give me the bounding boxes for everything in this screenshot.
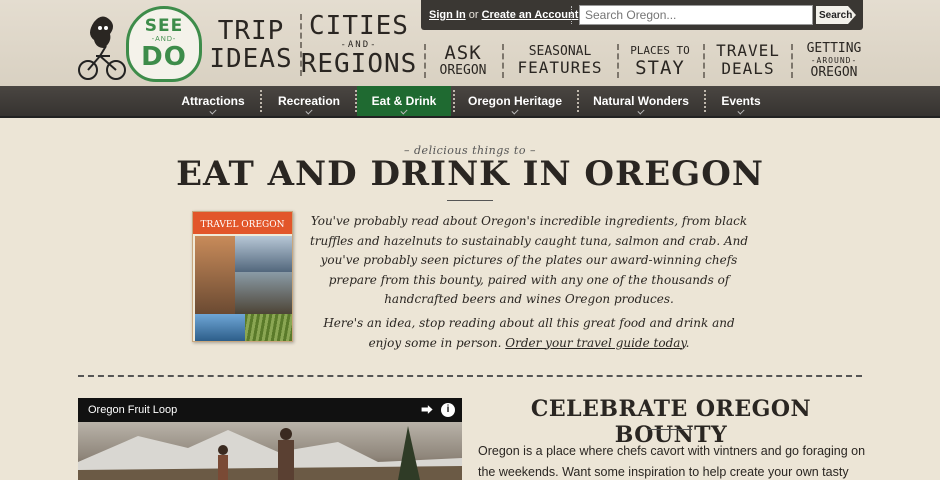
subnav-events-label: Events — [721, 94, 761, 108]
nav-places-line1: PLACES TO — [630, 43, 690, 57]
site-header: SEE -AND- DO TRIP IDEAS CITIES -AND- REG… — [0, 0, 940, 86]
subnav-divider — [704, 90, 706, 112]
nav-seasonal-line1: SEASONAL — [528, 43, 592, 59]
nav-getting-around-oregon[interactable]: GETTING -AROUND- OREGON — [798, 40, 870, 80]
topbar-divider — [571, 6, 572, 24]
subnav-oregon-heritage[interactable]: Oregon Heritage — [458, 86, 572, 116]
chevron-down-icon — [209, 107, 217, 115]
page-title: EAT AND DRINK IN OREGON — [176, 154, 764, 194]
chevron-down-icon — [400, 107, 408, 115]
info-icon[interactable]: i — [441, 403, 455, 417]
subnav-natural-wonders[interactable]: Natural Wonders — [582, 86, 700, 116]
video-thumbnail — [78, 422, 462, 480]
nav-cities-line2: REGIONS — [300, 49, 418, 79]
or-text: or — [465, 9, 482, 21]
intro-text: You've probably read about Oregon's incr… — [308, 212, 750, 357]
create-account-link[interactable]: Create an Account — [482, 9, 579, 21]
chevron-down-icon — [305, 107, 313, 115]
video-title-bar: Oregon Fruit Loop — [78, 398, 462, 422]
nav-cities-line1: CITIES — [309, 11, 409, 41]
bike-rider-icon — [78, 16, 126, 80]
cover-photo-hikers — [235, 272, 292, 314]
subnav-eat-drink-label: Eat & Drink — [371, 94, 437, 108]
see-and-do-logo[interactable]: SEE -AND- DO — [76, 2, 204, 84]
nav-trip-ideas-line2: IDEAS — [209, 44, 293, 74]
nav-ask-oregon[interactable]: ASK OREGON — [432, 40, 494, 80]
category-subnav: Attractions Recreation Eat & Drink Orego… — [0, 86, 940, 118]
nav-getting-line2: OREGON — [810, 64, 858, 80]
nav-getting-around: -AROUND- — [810, 55, 858, 65]
nav-getting-line1: GETTING — [806, 40, 862, 56]
video-player[interactable]: Oregon Fruit Loop ⮕ i — [78, 398, 462, 480]
nav-trip-ideas-line1: TRIP — [217, 16, 285, 46]
subnav-attractions[interactable]: Attractions — [170, 86, 256, 116]
logo-badge: SEE -AND- DO — [126, 6, 202, 82]
section-divider — [78, 375, 862, 377]
chevron-down-icon — [637, 107, 645, 115]
nav-divider — [617, 44, 619, 78]
subnav-events[interactable]: Events — [710, 86, 772, 116]
nav-travel-line1: TRAVEL — [716, 41, 780, 60]
account-links: Sign In or Create an Account — [429, 9, 578, 21]
share-icon[interactable]: ⮕ — [420, 403, 434, 417]
subnav-recreation[interactable]: Recreation — [266, 86, 352, 116]
video-scene-illustration — [78, 426, 462, 480]
cover-photo-vineyard — [245, 314, 292, 341]
cover-photo-kid — [195, 314, 245, 341]
intro-paragraph-1: You've probably read about Oregon's incr… — [309, 214, 749, 307]
search-input[interactable] — [579, 5, 813, 25]
cover-title: TRAVEL OREGON — [193, 212, 292, 234]
subnav-natural-label: Natural Wonders — [593, 94, 689, 108]
search-button[interactable]: Search — [816, 6, 856, 24]
account-search-bar: Sign In or Create an Account Search — [421, 0, 863, 30]
nav-ask-line1: ASK — [444, 41, 482, 64]
subnav-divider — [577, 90, 579, 112]
bounty-divider — [648, 429, 692, 430]
nav-divider — [791, 44, 793, 78]
nav-ask-line2: OREGON — [439, 62, 487, 78]
cover-photo-diners — [195, 236, 235, 314]
nav-seasonal-line2: FEATURES — [517, 57, 603, 77]
logo-see-text: SEE — [144, 16, 184, 36]
nav-trip-ideas[interactable]: TRIP IDEAS — [208, 10, 294, 80]
subnav-recreation-label: Recreation — [277, 94, 341, 108]
bounty-text: Oregon is a place where chefs cavort wit… — [478, 444, 866, 479]
subnav-divider — [453, 90, 455, 112]
intro-paragraph-2-end: . — [685, 335, 690, 350]
chevron-down-icon — [737, 107, 745, 115]
chevron-down-icon — [511, 107, 519, 115]
subnav-heritage-label: Oregon Heritage — [467, 94, 563, 108]
nav-divider — [703, 44, 705, 78]
nav-places-line2: STAY — [635, 56, 685, 79]
intro-paragraph-2: Here's an idea, stop reading about all t… — [308, 314, 750, 353]
subnav-eat-drink[interactable]: Eat & Drink — [357, 86, 451, 116]
nav-divider — [424, 44, 426, 78]
subnav-attractions-label: Attractions — [181, 94, 245, 108]
nav-cities-regions[interactable]: CITIES -AND- REGIONS — [301, 10, 417, 80]
video-title: Oregon Fruit Loop — [88, 404, 178, 416]
nav-seasonal-features[interactable]: SEASONAL FEATURES — [510, 40, 610, 80]
order-travel-guide-link[interactable]: Order your travel guide today — [505, 336, 685, 350]
nav-divider — [502, 44, 504, 78]
nav-travel-deals[interactable]: TRAVEL DEALS — [712, 40, 784, 80]
cover-photo-lake — [235, 236, 292, 272]
nav-travel-line2: DEALS — [721, 59, 775, 78]
travel-guide-cover-image[interactable]: TRAVEL OREGON — [192, 211, 293, 342]
nav-places-to-stay[interactable]: PLACES TO STAY — [624, 40, 696, 80]
title-divider — [447, 200, 493, 201]
logo-do-text: DO — [141, 42, 187, 72]
subnav-divider — [260, 90, 262, 112]
sign-in-link[interactable]: Sign In — [429, 9, 466, 21]
